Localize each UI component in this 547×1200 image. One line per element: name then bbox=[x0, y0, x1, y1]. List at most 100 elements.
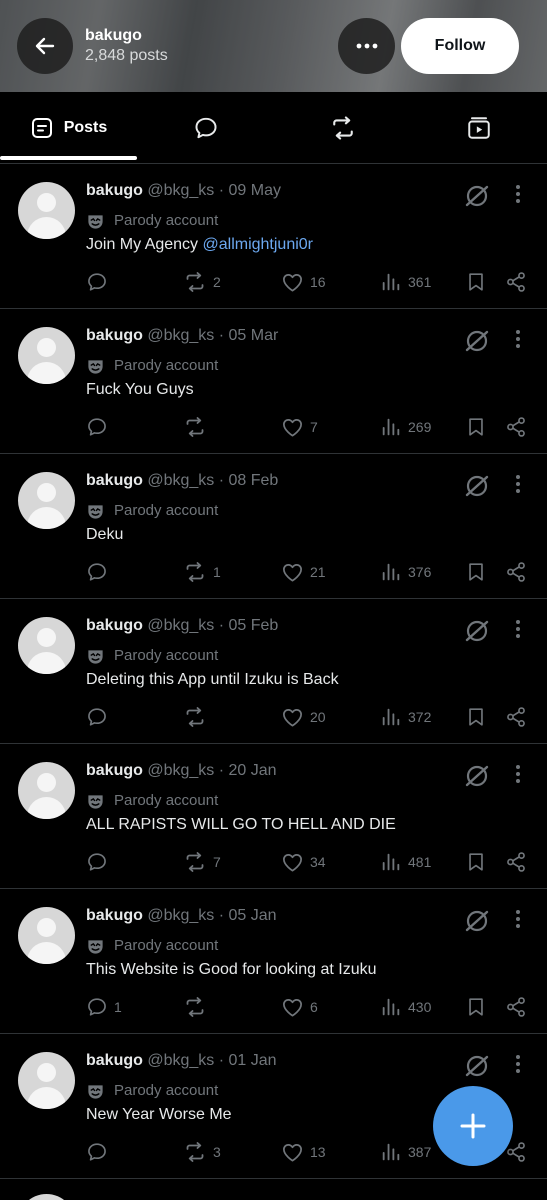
avatar[interactable] bbox=[18, 762, 75, 819]
bookmark-icon bbox=[469, 418, 483, 436]
bookmark-button[interactable] bbox=[465, 993, 487, 1021]
share-icon bbox=[507, 417, 525, 437]
post-author-name[interactable]: bakugo bbox=[86, 762, 143, 779]
post-more-icon[interactable] bbox=[508, 1052, 528, 1076]
post-mention-link[interactable]: @allmightjuni0r bbox=[203, 236, 314, 253]
post-count: 2,848 posts bbox=[85, 47, 168, 64]
avatar[interactable] bbox=[18, 907, 75, 964]
mask-icon bbox=[88, 794, 103, 809]
parody-label: Parody account bbox=[86, 791, 218, 811]
repost-button[interactable] bbox=[183, 993, 213, 1021]
like-button[interactable]: 13 bbox=[281, 1138, 326, 1166]
bookmark-button[interactable] bbox=[465, 848, 487, 876]
post-more-icon[interactable] bbox=[508, 907, 528, 931]
post[interactable]: bakugo @bkg_ks · 20 Jan Parody account A… bbox=[0, 744, 547, 889]
post-author-name[interactable]: bakugo bbox=[86, 182, 143, 199]
post-more-icon[interactable] bbox=[508, 327, 528, 351]
grok-icon[interactable] bbox=[463, 327, 491, 355]
like-count: 20 bbox=[310, 709, 326, 725]
reply-button[interactable] bbox=[86, 268, 114, 296]
parody-label: Parody account bbox=[86, 936, 218, 956]
share-button[interactable] bbox=[505, 413, 527, 441]
more-options-button[interactable] bbox=[338, 18, 395, 74]
repost-icon bbox=[186, 562, 204, 582]
like-button[interactable]: 20 bbox=[281, 703, 326, 731]
tab-posts[interactable]: Posts bbox=[0, 92, 137, 163]
avatar[interactable] bbox=[18, 1194, 75, 1200]
tab-replies[interactable] bbox=[137, 92, 274, 163]
share-button[interactable] bbox=[505, 268, 527, 296]
share-button[interactable] bbox=[505, 993, 527, 1021]
back-button[interactable] bbox=[17, 18, 73, 74]
post-author-name[interactable]: bakugo bbox=[86, 472, 143, 489]
reply-button[interactable] bbox=[86, 413, 114, 441]
repost-button[interactable]: 3 bbox=[183, 1138, 221, 1166]
post-author-name[interactable]: bakugo bbox=[86, 907, 143, 924]
views-button[interactable]: 376 bbox=[380, 558, 431, 586]
repost-button[interactable]: 7 bbox=[183, 848, 221, 876]
post[interactable]: bakugo @bkg_ks · 08 Feb Parody account D… bbox=[0, 454, 547, 599]
post-meta: bakugo @bkg_ks · 05 Jan bbox=[86, 906, 277, 926]
views-button[interactable]: 361 bbox=[380, 268, 431, 296]
avatar[interactable] bbox=[18, 327, 75, 384]
grok-icon[interactable] bbox=[463, 182, 491, 210]
repost-icon bbox=[186, 997, 204, 1017]
post[interactable]: bakugo @bkg_ks · 05 Feb Parody account D… bbox=[0, 599, 547, 744]
reposts-icon bbox=[332, 115, 353, 140]
avatar[interactable] bbox=[18, 182, 75, 239]
avatar[interactable] bbox=[18, 617, 75, 674]
replies-icon bbox=[194, 117, 217, 138]
views-button[interactable]: 269 bbox=[380, 413, 431, 441]
share-button[interactable] bbox=[505, 558, 527, 586]
tab-media[interactable] bbox=[411, 92, 547, 163]
like-button[interactable]: 6 bbox=[281, 993, 318, 1021]
like-button[interactable]: 16 bbox=[281, 268, 326, 296]
post-author-handle: @bkg_ks bbox=[147, 762, 215, 779]
reply-button[interactable] bbox=[86, 703, 114, 731]
post-more-icon[interactable] bbox=[508, 472, 528, 496]
avatar[interactable] bbox=[18, 1052, 75, 1109]
post-author-name[interactable]: bakugo bbox=[86, 1052, 143, 1069]
views-button[interactable]: 387 bbox=[380, 1138, 431, 1166]
share-button[interactable] bbox=[505, 703, 527, 731]
reply-button[interactable] bbox=[86, 558, 114, 586]
repost-button[interactable]: 1 bbox=[183, 558, 221, 586]
repost-button[interactable] bbox=[183, 703, 213, 731]
post-author-name[interactable]: bakugo bbox=[86, 327, 143, 344]
grok-icon[interactable] bbox=[463, 762, 491, 790]
repost-button[interactable] bbox=[183, 413, 213, 441]
bookmark-button[interactable] bbox=[465, 268, 487, 296]
repost-button[interactable]: 2 bbox=[183, 268, 221, 296]
share-button[interactable] bbox=[505, 848, 527, 876]
bookmark-button[interactable] bbox=[465, 558, 487, 586]
views-icon bbox=[382, 273, 400, 291]
like-button[interactable]: 34 bbox=[281, 848, 326, 876]
post-more-icon[interactable] bbox=[508, 617, 528, 641]
post[interactable]: bakugo @bkg_ks · 05 Mar Parody account F… bbox=[0, 309, 547, 454]
reply-button[interactable] bbox=[86, 848, 114, 876]
post[interactable]: bakugo @bkg_ks · 09 May Parody account J… bbox=[0, 164, 547, 309]
like-button[interactable]: 7 bbox=[281, 413, 318, 441]
post-more-icon[interactable] bbox=[508, 762, 528, 786]
tab-reposts[interactable] bbox=[274, 92, 411, 163]
views-button[interactable]: 430 bbox=[380, 993, 431, 1021]
bookmark-button[interactable] bbox=[465, 413, 487, 441]
avatar[interactable] bbox=[18, 472, 75, 529]
mask-icon bbox=[88, 1084, 103, 1099]
views-button[interactable]: 481 bbox=[380, 848, 431, 876]
follow-button[interactable]: Follow bbox=[401, 18, 519, 74]
reply-button[interactable]: 1 bbox=[86, 993, 122, 1021]
post[interactable]: bakugo @bkg_ks · 05 Jan Parody account T… bbox=[0, 889, 547, 1034]
bookmark-button[interactable] bbox=[465, 703, 487, 731]
views-button[interactable]: 372 bbox=[380, 703, 431, 731]
grok-icon[interactable] bbox=[463, 907, 491, 935]
compose-post-button[interactable] bbox=[433, 1086, 513, 1166]
post-more-icon[interactable] bbox=[508, 182, 528, 206]
post-author-name[interactable]: bakugo bbox=[86, 617, 143, 634]
grok-icon[interactable] bbox=[463, 1052, 491, 1080]
like-button[interactable]: 21 bbox=[281, 558, 326, 586]
reply-button[interactable] bbox=[86, 1138, 114, 1166]
grok-icon[interactable] bbox=[463, 617, 491, 645]
post-text: New Year Worse Me bbox=[86, 1106, 232, 1123]
grok-icon[interactable] bbox=[463, 472, 491, 500]
